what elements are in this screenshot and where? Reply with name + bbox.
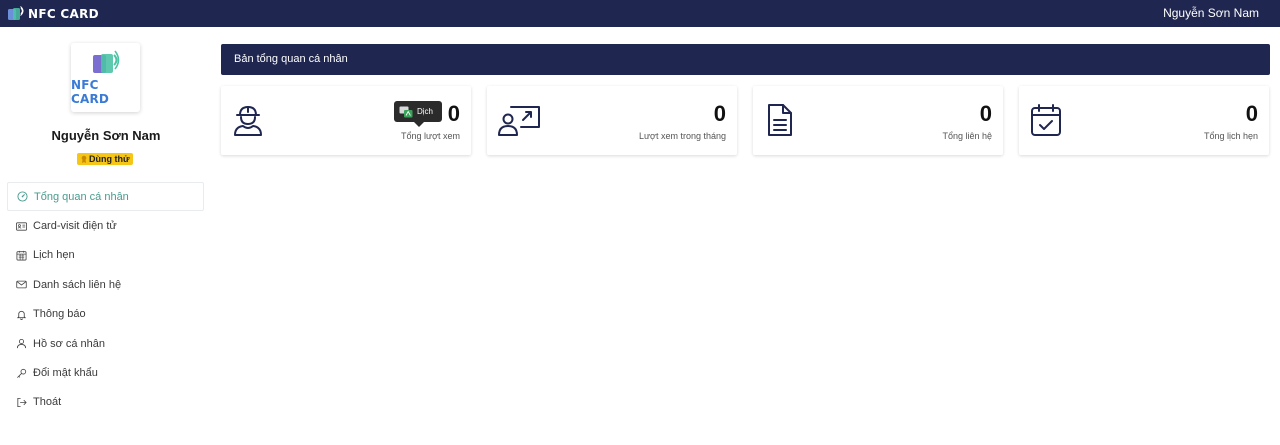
sidebar-item-label: Thoát [33,396,62,409]
nfc-logo-icon [8,5,24,20]
presentation-user-icon [498,106,540,136]
avatar-logo-text: NFC CARD [71,78,110,106]
translate-icon [399,106,413,117]
sidebar-item-business-card[interactable]: Card-visit điện tử [7,211,204,240]
stat-label: Tổng liên hệ [942,131,992,141]
dashboard-gauge-icon [17,191,28,202]
medal-icon [81,155,87,163]
stat-value: 0 [713,101,726,126]
envelope-icon [16,281,27,289]
translate-label: Dịch [417,107,434,116]
logout-icon [17,397,27,407]
sidebar-item-change-password[interactable]: Đổi mật khẩu [7,358,204,387]
nfc-card-avatar-icon [92,50,119,73]
calendar-icon [16,250,27,261]
avatar: NFC CARD [71,43,140,112]
trial-badge: Dùng thử [77,153,133,165]
logo-text: NFC CARD [28,6,99,21]
translate-tooltip[interactable]: Dịch [394,101,442,127]
stat-value: 0 [1245,101,1258,126]
stat-card-total-contacts: 0 Tổng liên hệ [753,86,1003,155]
stat-card-monthly-views: 0 Lượt xem trong tháng [487,86,737,155]
profile-name: Nguyễn Sơn Nam [51,128,161,143]
sidebar-item-label: Danh sách liên hệ [33,278,122,291]
user-hardhat-icon [234,106,262,136]
sidebar-item-label: Hồ sơ cá nhân [33,337,106,350]
sidebar-item-overview[interactable]: Tổng quan cá nhân [7,182,204,212]
sidebar-item-profile[interactable]: Hồ sơ cá nhân [7,329,204,358]
sidebar: NFC CARD Nguyễn Sơn Nam Dùng thử Tổng qu… [0,27,212,445]
key-icon [17,368,27,378]
stat-value: 0 [979,101,992,126]
sidebar-item-label: Đổi mật khẩu [33,367,98,380]
sidebar-item-label: Thông báo [33,308,86,321]
sidebar-menu: Tổng quan cá nhân Card-visit điện tử Lịc… [7,182,204,417]
sidebar-item-logout[interactable]: Thoát [7,388,204,417]
stat-card-total-appointments: 0 Tổng lịch hẹn [1019,86,1269,155]
sidebar-item-label: Card-visit điện tử [33,220,117,233]
document-icon [768,104,792,136]
id-card-icon [16,221,27,231]
sidebar-item-label: Tổng quan cá nhân [34,190,129,203]
page-title: Bản tổng quan cá nhân [234,53,348,65]
calendar-check-icon [1031,104,1061,136]
sidebar-item-appointments[interactable]: Lịch hẹn [7,241,204,270]
user-icon [16,339,27,349]
stat-label: Tổng lịch hẹn [1203,131,1258,141]
sidebar-item-notifications[interactable]: Thông báo [7,300,204,329]
app-logo[interactable]: NFC CARD [7,4,99,23]
stat-label: Tổng lượt xem [401,131,460,141]
topbar-user-name[interactable]: Nguyễn Sơn Nam [1163,6,1259,20]
sidebar-item-contacts[interactable]: Danh sách liên hệ [7,270,204,299]
stat-value: 0 [447,101,460,126]
stat-label: Lượt xem trong tháng [639,131,726,141]
bell-icon [16,310,27,320]
sidebar-item-label: Lịch hẹn [33,249,75,262]
overview-header: Bản tổng quan cá nhân [221,44,1270,75]
top-navbar: NFC CARD Nguyễn Sơn Nam [0,0,1280,27]
trial-badge-label: Dùng thử [89,154,130,164]
